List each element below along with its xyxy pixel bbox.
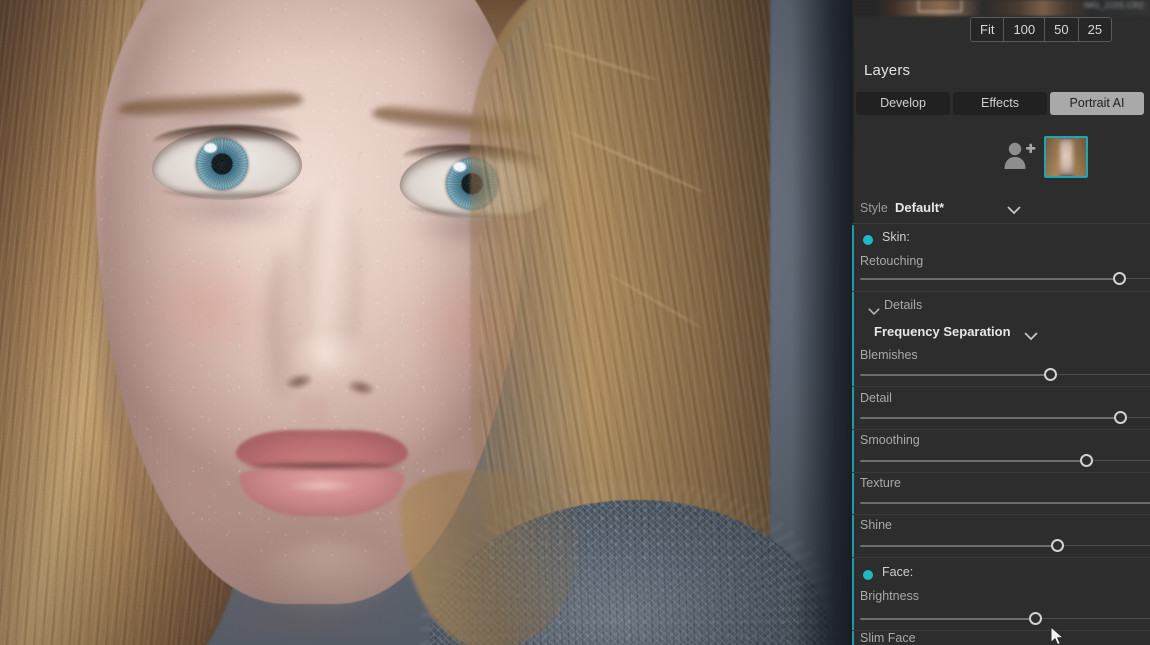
photo-preview-canvas[interactable]	[0, 0, 852, 645]
slider-track-texture[interactable]	[860, 502, 1150, 504]
skin-method-dropdown[interactable]: Frequency Separation	[852, 324, 1150, 346]
slider-knob-detail[interactable]	[1114, 411, 1127, 424]
chevron-down-icon-method[interactable]	[1024, 328, 1038, 346]
slider-knob-brightness[interactable]	[1029, 612, 1042, 625]
browser-filmstrip[interactable]: IMG_2155.CR2	[852, 0, 1150, 16]
slider-label-blemishes: Blemishes	[860, 348, 918, 362]
divider-5	[852, 514, 1150, 515]
zoom-button-50[interactable]: 50	[1045, 18, 1079, 41]
slider-track-brightness[interactable]	[860, 618, 1036, 620]
zoom-button-fit[interactable]: Fit	[971, 18, 1005, 41]
slider-label-shine: Shine	[860, 518, 892, 532]
slider-track-detail[interactable]	[860, 417, 1122, 419]
app-window: IMG_2155.CR2 Fit 100 50 25 Layers Develo…	[0, 0, 1150, 645]
slider-label-slim-face: Slim Face	[860, 631, 916, 645]
slider-knob-shine[interactable]	[1051, 539, 1064, 552]
face-enable-toggle[interactable]	[863, 570, 873, 580]
slider-label-smoothing: Smoothing	[860, 433, 920, 447]
slider-rest-brightness	[1036, 618, 1150, 619]
details-label: Details	[884, 298, 923, 312]
divider-6	[852, 557, 1150, 558]
style-row[interactable]: Style Default*	[852, 198, 1150, 224]
zoom-button-100[interactable]: 100	[1004, 18, 1046, 41]
face-thumbnail[interactable]	[1044, 136, 1088, 178]
face-selection-row	[852, 133, 1150, 183]
vignette	[0, 0, 852, 645]
chevron-down-icon[interactable]	[1007, 202, 1021, 220]
slider-track-shine[interactable]	[860, 545, 1058, 547]
slider-label-brightness: Brightness	[860, 589, 920, 603]
details-disclosure[interactable]: Details	[852, 298, 1150, 318]
add-person-icon[interactable]	[1002, 140, 1036, 172]
tab-portrait-ai[interactable]: Portrait AI	[1050, 92, 1144, 115]
slider-track-retouching[interactable]	[860, 278, 1120, 280]
tab-develop[interactable]: Develop	[856, 92, 950, 115]
filmstrip-filename: IMG_2155.CR2	[1083, 1, 1144, 10]
divider-1	[852, 291, 1150, 292]
section-header-face: Face:	[852, 565, 1150, 587]
style-value: Default*	[895, 200, 945, 215]
tab-effects[interactable]: Effects	[953, 92, 1047, 115]
slider-knob-retouching[interactable]	[1113, 272, 1126, 285]
section-label-face: Face:	[882, 565, 914, 579]
zoom-button-25[interactable]: 25	[1078, 18, 1112, 41]
face-thumbnail-hair-left	[1046, 138, 1060, 176]
slider-rest-smoothing	[1088, 460, 1150, 461]
panel-edge-top	[852, 0, 854, 225]
face-thumbnail-hair-right	[1073, 138, 1086, 176]
panel-tabs: Develop Effects Portrait AI	[856, 92, 1150, 115]
slider-knob-smoothing[interactable]	[1080, 454, 1093, 467]
slider-track-blemishes[interactable]	[860, 374, 1052, 376]
slider-label-detail: Detail	[860, 391, 892, 405]
slider-rest-blemishes	[1052, 374, 1150, 375]
divider-3	[852, 429, 1150, 430]
right-side-panel: IMG_2155.CR2 Fit 100 50 25 Layers Develo…	[852, 0, 1150, 645]
zoom-level-buttons: Fit 100 50 25	[970, 17, 1113, 42]
panel-title: Layers	[864, 62, 911, 79]
section-header-skin: Skin:	[852, 230, 1150, 252]
slider-knob-blemishes[interactable]	[1044, 368, 1057, 381]
skin-enable-toggle[interactable]	[863, 235, 873, 245]
filmstrip-selected-thumb[interactable]	[918, 0, 962, 12]
divider-2	[852, 386, 1150, 387]
section-label-skin: Skin:	[882, 230, 910, 244]
chevron-down-icon-details[interactable]	[868, 303, 880, 321]
slider-label-texture: Texture	[860, 476, 901, 490]
skin-method-value: Frequency Separation	[874, 324, 1011, 339]
slider-label-retouching: Retouching	[860, 254, 924, 268]
divider-4	[852, 472, 1150, 473]
slider-rest-shine	[1058, 545, 1150, 546]
style-label: Style	[860, 201, 888, 215]
slider-track-smoothing[interactable]	[860, 460, 1088, 462]
